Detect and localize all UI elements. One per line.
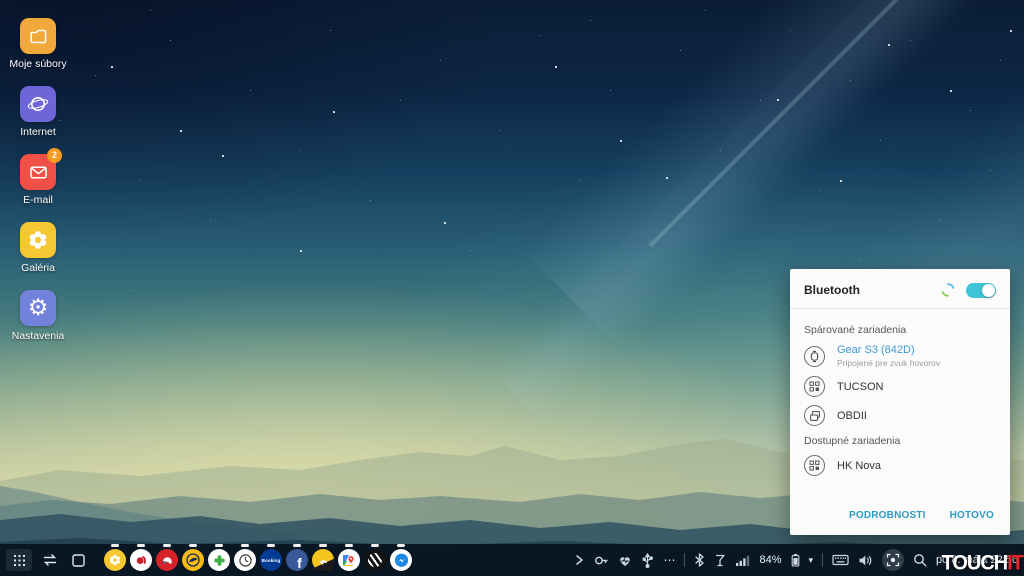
bluetooth-panel: Bluetooth Spárované zariadenia Gear S3 (…: [790, 269, 1010, 535]
device-row-hk-nova[interactable]: HK Nova: [804, 455, 996, 476]
keyboard-icon[interactable]: [832, 554, 849, 566]
lufthansa-crane-icon[interactable]: [182, 549, 204, 571]
screen-capture-icon[interactable]: [882, 549, 904, 571]
paired-devices-header: Spárované zariadenia: [804, 324, 996, 336]
gear-icon: ⚙: [20, 290, 56, 326]
unread-count-badge: 2: [47, 148, 62, 163]
diagonal-stripes-app-icon[interactable]: [364, 549, 386, 571]
shortcut-settings[interactable]: ⚙ Nastavenia: [6, 290, 70, 342]
volume-icon[interactable]: [858, 554, 873, 567]
starfield-bright: [0, 0, 2, 2]
watch-icon: [804, 346, 825, 367]
bluetooth-panel-header: Bluetooth: [790, 269, 1010, 308]
device-status: Pripojené pre zvuk hovorov: [837, 358, 940, 368]
shortcut-email[interactable]: 2 E-mail: [6, 154, 70, 206]
red-logo-app-icon[interactable]: [130, 549, 152, 571]
shortcut-label: Moje súbory: [6, 58, 70, 70]
shortcut-label: Internet: [6, 126, 70, 138]
device-row-gear-s3[interactable]: Gear S3 (842D) Pripojené pre zvuk hovoro…: [804, 344, 996, 368]
show-desktop-button[interactable]: [68, 550, 88, 570]
google-maps-icon[interactable]: [338, 549, 360, 571]
battery-percent: 84%: [759, 554, 781, 566]
taskbar: Booking f: [0, 544, 1024, 576]
caret-down-icon[interactable]: ▾: [809, 556, 814, 565]
desktop-shortcuts: Moje súbory Internet 2 E-mail Galéria ⚙: [6, 18, 70, 342]
refresh-spinner-icon[interactable]: [940, 282, 956, 298]
shortcut-internet[interactable]: Internet: [6, 86, 70, 138]
unknown-device-icon: [804, 376, 825, 397]
health-heart-icon[interactable]: [618, 554, 632, 567]
clock-app-icon[interactable]: [234, 549, 256, 571]
available-devices-header: Dostupné zariadenia: [804, 435, 996, 447]
device-name: TUCSON: [837, 381, 883, 393]
expand-tray-chevron-icon[interactable]: [573, 554, 585, 566]
computer-icon: [804, 405, 825, 426]
shortcut-gallery[interactable]: Galéria: [6, 222, 70, 274]
shortcut-label: E-mail: [6, 194, 70, 206]
device-name: OBDII: [837, 410, 867, 422]
globe-icon: [20, 86, 56, 122]
divider: [822, 553, 823, 567]
shortcut-my-files[interactable]: Moje súbory: [6, 18, 70, 70]
booking-app-icon[interactable]: Booking: [260, 549, 282, 571]
messenger-icon[interactable]: [390, 549, 412, 571]
device-row-tucson[interactable]: TUCSON: [804, 376, 996, 397]
bluetooth-icon[interactable]: [694, 553, 705, 567]
dex-desktop: Moje súbory Internet 2 E-mail Galéria ⚙: [0, 0, 1024, 576]
usb-icon[interactable]: [641, 553, 654, 568]
apps-grid-button[interactable]: [6, 549, 32, 571]
bluetooth-toggle[interactable]: [966, 283, 996, 298]
device-name: Gear S3 (842D): [837, 344, 940, 356]
facebook-icon[interactable]: f: [286, 549, 308, 571]
panel-title: Bluetooth: [804, 283, 940, 297]
folder-icon: [20, 18, 56, 54]
device-name: HK Nova: [837, 460, 881, 472]
battery-icon[interactable]: [791, 553, 800, 567]
glass-icon[interactable]: [714, 554, 726, 567]
pointer-hand-app-icon[interactable]: [312, 549, 334, 571]
unknown-device-icon: [804, 455, 825, 476]
done-button[interactable]: HOTOVO: [950, 510, 994, 521]
more-notifications-icon[interactable]: ⋯: [663, 554, 675, 566]
gallery-flower-icon[interactable]: [104, 549, 126, 571]
shortcut-label: Nastavenia: [6, 330, 70, 342]
touchit-watermark: TOUCHIT: [941, 552, 1023, 574]
helmet-app-icon[interactable]: [156, 549, 178, 571]
signal-strength-icon[interactable]: [735, 554, 750, 567]
key-icon[interactable]: [594, 554, 609, 567]
envelope-icon: 2: [20, 154, 56, 190]
recent-tasks-button[interactable]: [40, 550, 60, 570]
running-apps: Booking f: [104, 549, 412, 571]
shortcut-label: Galéria: [6, 262, 70, 274]
flower-icon: [20, 222, 56, 258]
green-cross-app-icon[interactable]: [208, 549, 230, 571]
search-icon[interactable]: [913, 553, 927, 567]
details-button[interactable]: PODROBNOSTI: [849, 510, 926, 521]
device-row-obdii[interactable]: OBDII: [804, 405, 996, 426]
divider: [684, 553, 685, 567]
